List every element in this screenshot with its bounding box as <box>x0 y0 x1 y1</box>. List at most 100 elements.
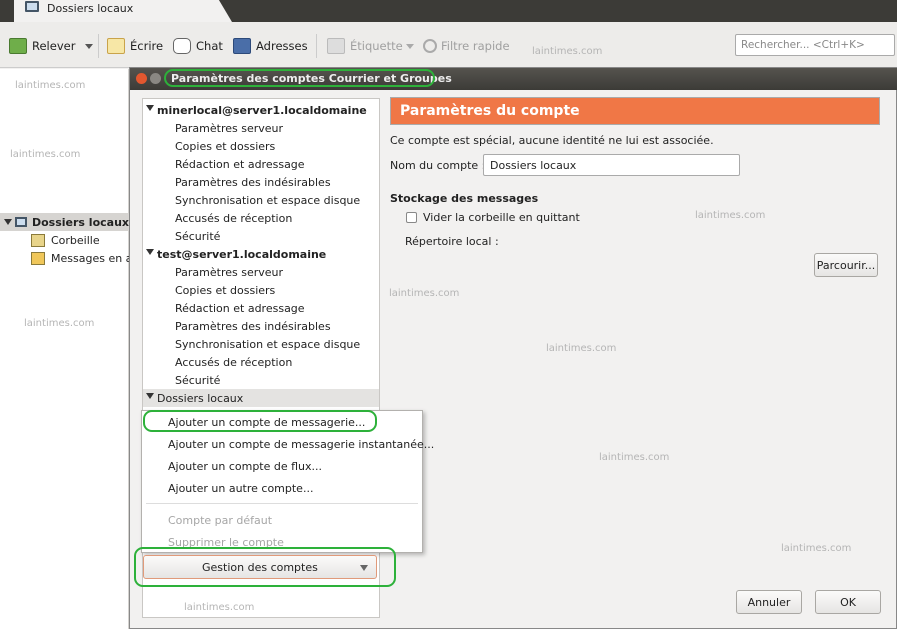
chevron-down-icon <box>405 43 414 49</box>
folder-label: Dossiers locaux <box>31 215 129 229</box>
divider <box>316 34 317 58</box>
tree-item[interactable]: Paramètres des indésirables <box>143 173 379 191</box>
get-mail-icon <box>9 38 27 54</box>
tree-item-label: Rédaction et adressage <box>175 301 305 315</box>
account-name-field[interactable]: Dossiers locaux <box>483 154 740 176</box>
expand-arrow-icon[interactable] <box>4 219 12 225</box>
magnifier-icon <box>423 39 437 53</box>
tree-item[interactable]: Accusés de réception <box>143 209 379 227</box>
relever-button[interactable]: Relever <box>9 36 94 56</box>
filtre-rapide-button[interactable]: Filtre rapide <box>423 36 510 56</box>
tree-account[interactable]: test@server1.localdomaine <box>143 245 379 263</box>
trash-icon <box>31 233 45 247</box>
etiquette-label: Étiquette <box>350 39 403 53</box>
tree-item[interactable]: Rédaction et adressage <box>143 299 379 317</box>
tree-item-label: minerlocal@server1.localdomaine <box>157 103 367 117</box>
tree-account[interactable]: minerlocal@server1.localdomaine <box>143 101 379 119</box>
expand-arrow-icon[interactable] <box>146 249 154 255</box>
tree-item[interactable]: Synchronisation et espace disque <box>143 191 379 209</box>
adresses-button[interactable]: Adresses <box>233 36 308 56</box>
browse-button[interactable]: Parcourir... <box>814 253 878 277</box>
tree-item[interactable]: Paramètres serveur <box>143 119 379 137</box>
relever-label: Relever <box>32 39 76 53</box>
menu-item[interactable]: Ajouter un compte de messagerie instanta… <box>142 433 434 455</box>
tree-item[interactable]: Synchronisation et espace disque <box>143 335 379 353</box>
account-panel: Paramètres du compte Ce compte est spéci… <box>388 95 888 615</box>
tab-dossiers-locaux[interactable]: Dossiers locaux <box>14 0 232 22</box>
tree-item-label: Paramètres serveur <box>175 265 284 279</box>
folder-corbeille[interactable]: Corbeille <box>31 231 100 249</box>
tree-item-label: Sécurité <box>175 229 221 243</box>
divider <box>98 34 99 58</box>
etiquette-button[interactable]: Étiquette <box>327 36 414 56</box>
watermark: laintimes.com <box>10 149 81 160</box>
account-name-label: Nom du compte : <box>390 159 486 172</box>
empty-trash-label: Vider la corbeille en quittant <box>423 211 580 224</box>
ok-button[interactable]: OK <box>815 590 881 614</box>
tree-item[interactable]: Rédaction et adressage <box>143 155 379 173</box>
address-book-icon <box>233 38 251 54</box>
storage-heading: Stockage des messages <box>390 192 539 205</box>
expand-arrow-icon[interactable] <box>146 393 154 399</box>
tree-item[interactable]: Sécurité <box>143 227 379 245</box>
ecrire-label: Écrire <box>130 39 164 53</box>
tree-item-label: Rédaction et adressage <box>175 157 305 171</box>
tree-item-label: Sécurité <box>175 373 221 387</box>
cancel-button[interactable]: Annuler <box>736 590 802 614</box>
chat-label: Chat <box>196 39 223 53</box>
tree-item-label: Accusés de réception <box>175 211 293 225</box>
menu-item[interactable]: Ajouter un compte de flux... <box>142 455 422 477</box>
expand-arrow-icon[interactable] <box>146 105 154 111</box>
watermark: laintimes.com <box>532 46 603 57</box>
close-icon[interactable] <box>136 73 147 84</box>
tree-item-label: Paramètres des indésirables <box>175 319 331 333</box>
local-dir-label: Répertoire local : <box>405 235 499 248</box>
tree-item-label: Copies et dossiers <box>175 283 276 297</box>
outbox-icon <box>31 251 45 265</box>
tree-item-label: Synchronisation et espace disque <box>175 337 361 351</box>
tree-account[interactable]: Dossiers locaux <box>143 389 379 407</box>
menu-separator <box>146 503 418 504</box>
tree-item[interactable]: Copies et dossiers <box>143 137 379 155</box>
chat-button[interactable]: Chat <box>173 36 223 56</box>
highlight-gestion <box>134 547 396 587</box>
tree-item[interactable]: Paramètres des indésirables <box>143 317 379 335</box>
tag-icon <box>327 38 345 54</box>
chat-bubble-icon <box>173 38 191 54</box>
folder-label: Messages en at <box>51 251 137 265</box>
tree-item[interactable]: Copies et dossiers <box>143 281 379 299</box>
menu-item[interactable]: Compte par défaut <box>142 509 422 531</box>
tree-item-label: Paramètres serveur <box>175 121 284 135</box>
chevron-down-icon[interactable] <box>85 43 94 49</box>
adresses-label: Adresses <box>256 39 308 53</box>
menu-item[interactable]: Ajouter un autre compte... <box>142 477 422 499</box>
computer-icon <box>15 217 27 227</box>
empty-trash-option[interactable]: Vider la corbeille en quittant <box>406 211 580 224</box>
tree-item-label: Copies et dossiers <box>175 139 276 153</box>
tab-label: Dossiers locaux <box>47 2 134 15</box>
empty-trash-checkbox[interactable] <box>406 212 417 223</box>
watermark: laintimes.com <box>15 80 86 91</box>
tree-item[interactable]: Sécurité <box>143 371 379 389</box>
watermark: laintimes.com <box>389 288 460 299</box>
watermark: laintimes.com <box>781 543 852 554</box>
ecrire-button[interactable]: Écrire <box>107 36 163 56</box>
folder-label: Corbeille <box>51 233 100 247</box>
highlight-add-account <box>143 410 377 432</box>
filtre-label: Filtre rapide <box>441 39 510 53</box>
tree-item-label: Paramètres des indésirables <box>175 175 331 189</box>
highlight-dialog-title <box>164 69 435 87</box>
folder-dossiers-locaux[interactable]: Dossiers locaux <box>0 213 129 231</box>
watermark: laintimes.com <box>599 452 670 463</box>
watermark: laintimes.com <box>184 602 255 613</box>
tree-item[interactable]: Accusés de réception <box>143 353 379 371</box>
folder-messages-attente[interactable]: Messages en at <box>31 249 137 267</box>
watermark: laintimes.com <box>695 210 766 221</box>
search-input[interactable]: Rechercher... <Ctrl+K> <box>735 34 895 56</box>
minimize-icon[interactable] <box>150 73 161 84</box>
watermark: laintimes.com <box>24 318 95 329</box>
watermark: laintimes.com <box>546 343 617 354</box>
tree-item[interactable]: Paramètres serveur <box>143 263 379 281</box>
tree-item-label: Dossiers locaux <box>157 391 244 405</box>
panel-header: Paramètres du compte <box>390 97 880 125</box>
